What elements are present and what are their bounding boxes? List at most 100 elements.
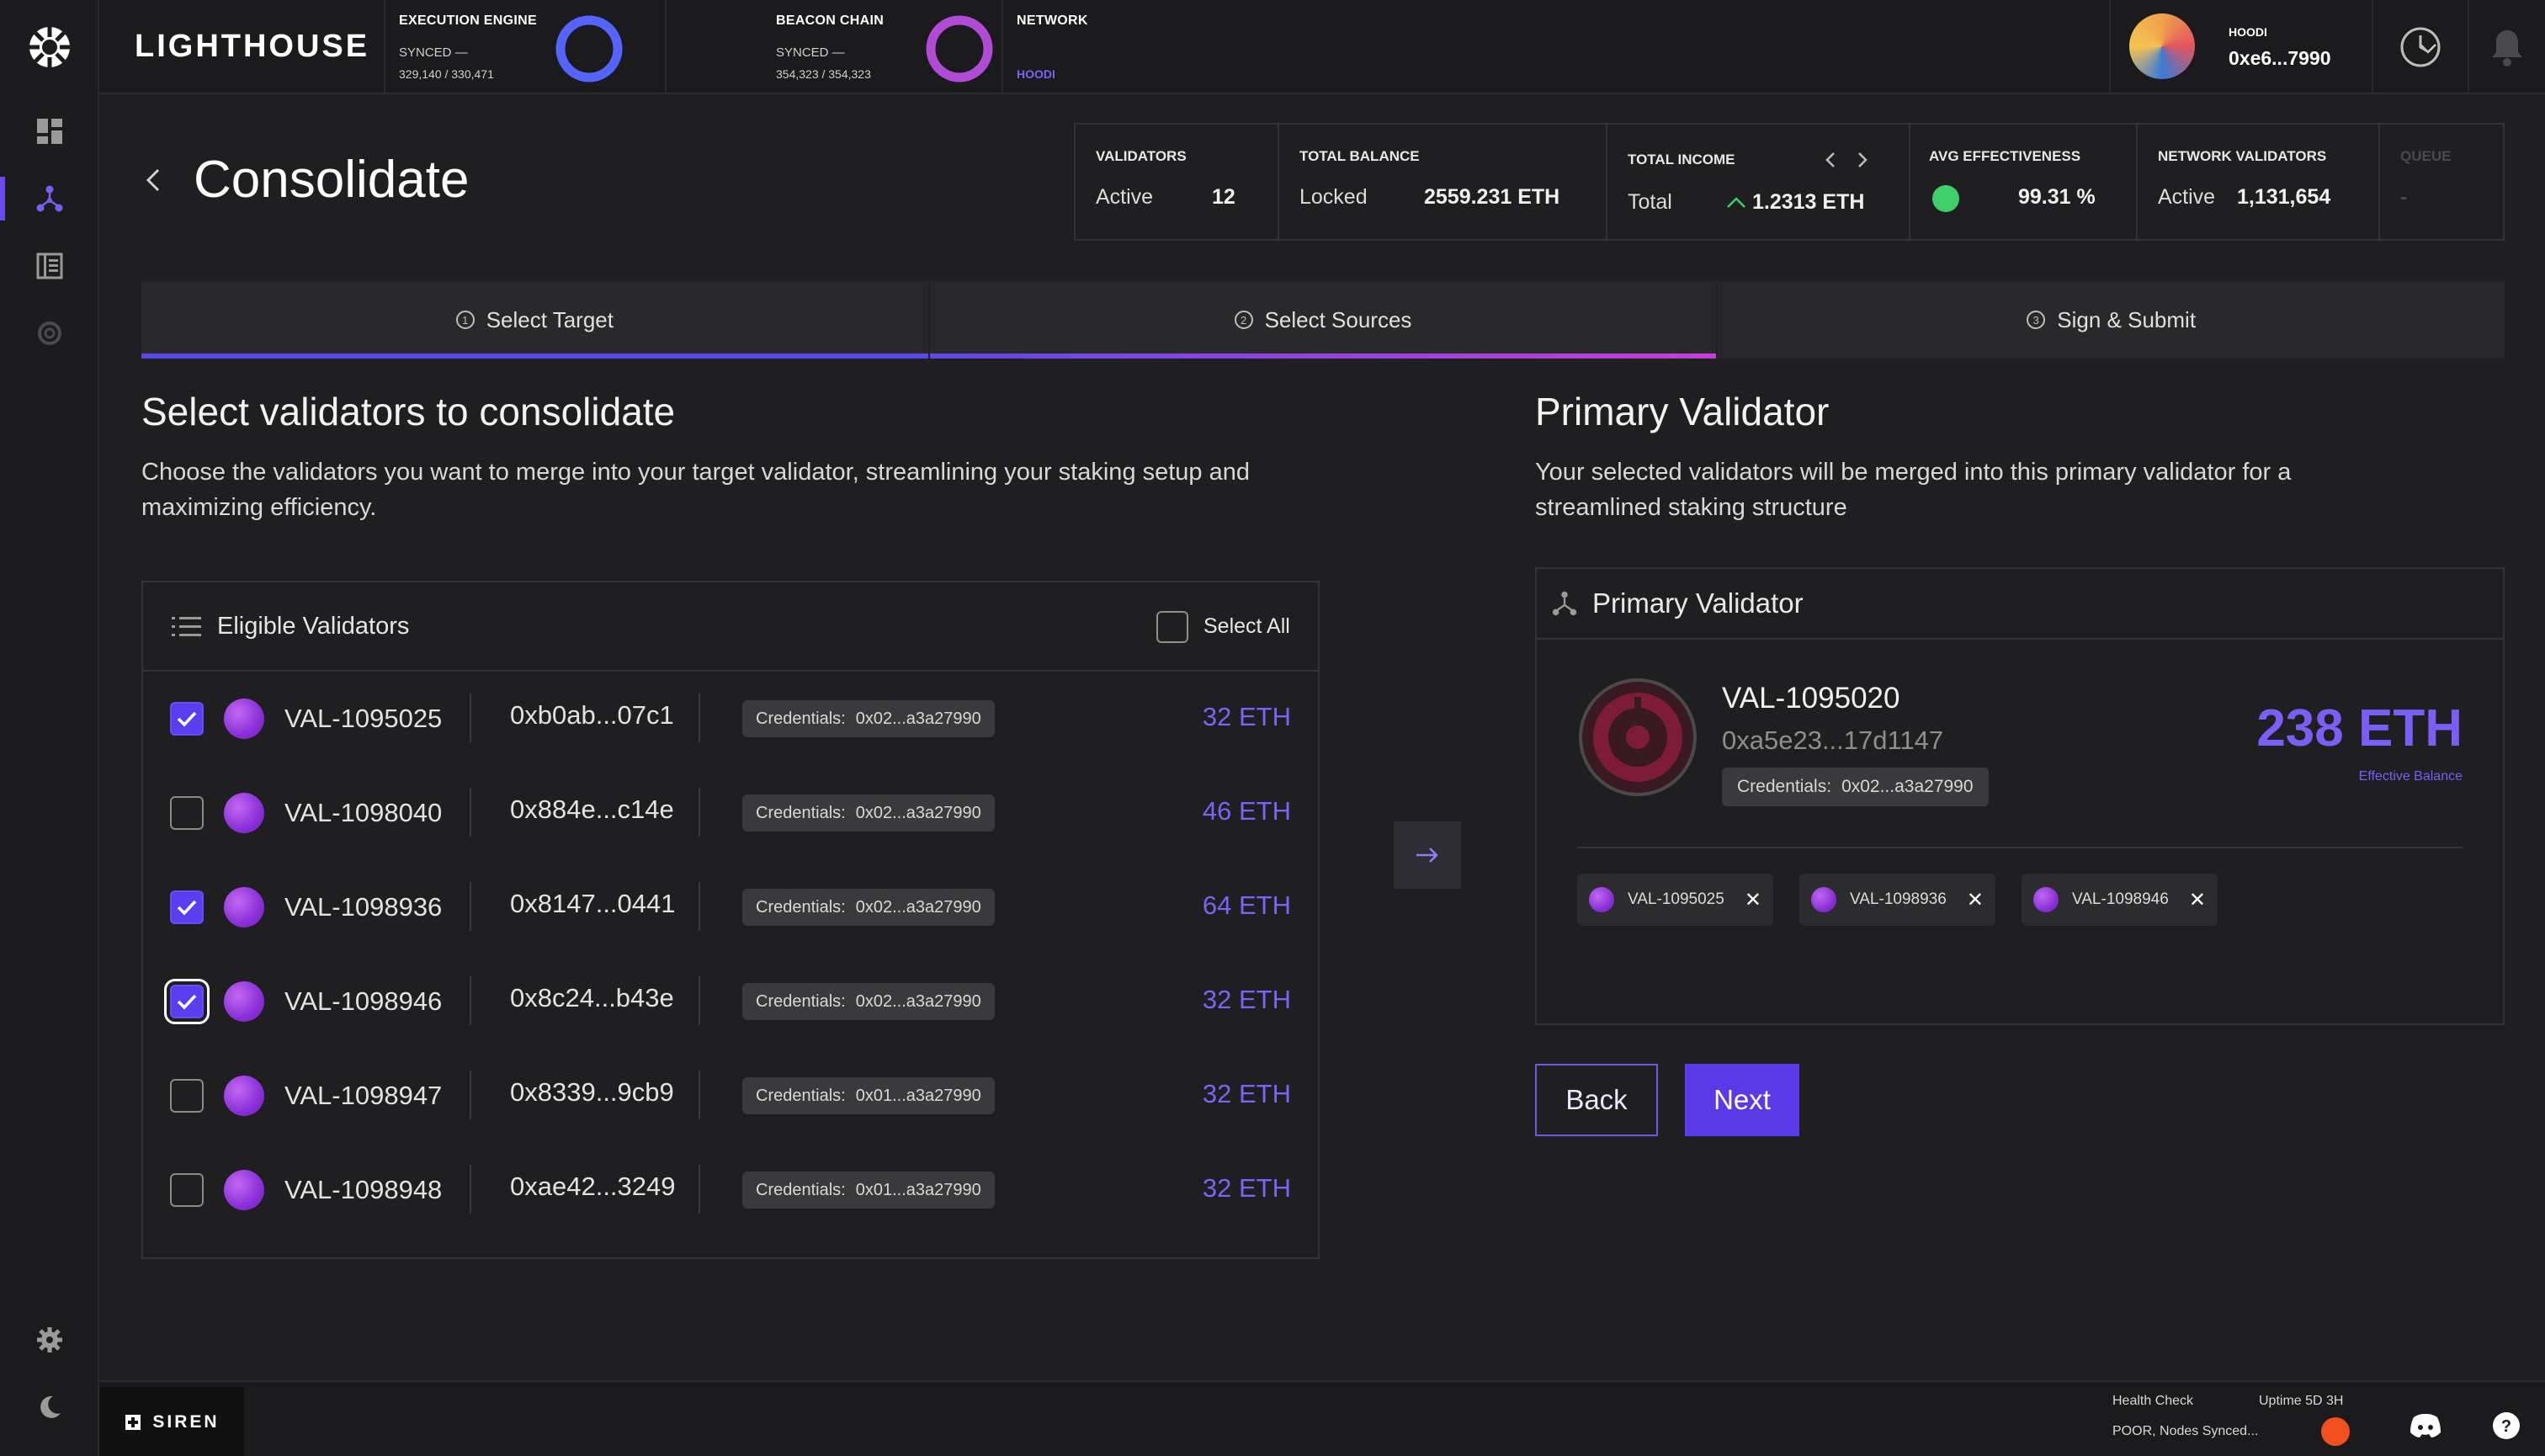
beacon-sync-ring [926, 15, 993, 82]
divider [470, 1165, 471, 1214]
bell-icon [2492, 30, 2522, 66]
primary-validator-heading: Primary Validator [1535, 390, 1830, 433]
health-status-dot[interactable] [2321, 1417, 2350, 1446]
credentials-label: Credentials: [756, 991, 846, 1011]
chevron-left-icon[interactable] [1821, 150, 1840, 170]
validator-row[interactable]: VAL-1095025 0xb0ab...07c1 Credentials: 0x02… [143, 672, 1318, 766]
credentials-value: 0x02...a3a27990 [855, 991, 981, 1011]
validator-name: VAL-1098948 [284, 1175, 443, 1204]
execution-sync-ring [555, 15, 623, 82]
validator-credentials: Credentials: 0x01...a3a27990 [742, 1077, 995, 1114]
primary-validator-balance: 238 ETH [2256, 699, 2463, 757]
validator-row[interactable]: VAL-1098040 0x884e...c14e Credentials: 0x02… [143, 766, 1318, 860]
validator-avatar [224, 981, 264, 1022]
network-status[interactable]: NETWORK HOODI [1002, 0, 1116, 94]
discord-icon[interactable] [2409, 1412, 2442, 1439]
validator-checkbox[interactable] [170, 702, 204, 736]
select-validators-desc-line2: maximizing efficiency. [141, 494, 377, 521]
effectiveness-status-dot [1932, 185, 1959, 212]
history-button[interactable] [2372, 0, 2468, 94]
validator-checkbox[interactable] [164, 979, 210, 1024]
divider [470, 882, 471, 931]
select-validators-desc-line1: Choose the validators you want to merge … [141, 459, 1251, 486]
next-button[interactable]: Next [1685, 1064, 1799, 1136]
beacon-chain-status[interactable]: BEACON CHAIN SYNCED — 354,323 / 354,323 [665, 0, 993, 94]
execution-status: SYNCED — [399, 45, 468, 60]
sidebar-item-logs[interactable] [0, 239, 99, 293]
stat-total-balance: TOTAL BALANCE Locked 2559.231 ETH [1279, 125, 1607, 239]
validator-name: VAL-1098936 [284, 892, 443, 922]
back-button[interactable]: Back [1535, 1064, 1658, 1136]
health-check-value: POOR, Nodes Synced... [2112, 1424, 2259, 1438]
stat-network-validators: NETWORK VALIDATORS Active 1,131,654 [2138, 125, 2380, 239]
source-chip-label: VAL-1098936 [1850, 890, 1947, 908]
validator-checkbox[interactable] [170, 1079, 204, 1113]
siren-logo-icon [125, 1415, 141, 1430]
sidebar-item-dashboard[interactable] [0, 104, 99, 158]
step-select-target[interactable]: 1 Select Target [141, 281, 930, 359]
credentials-value: 0x02...a3a27990 [1841, 777, 1974, 796]
validator-credentials: Credentials: 0x02...a3a27990 [742, 794, 995, 832]
select-all-label[interactable]: Select All [1203, 614, 1290, 639]
sidebar-item-grafana[interactable] [0, 306, 99, 360]
source-chip-label: VAL-1095025 [1628, 890, 1724, 908]
notifications-button[interactable] [2468, 0, 2545, 94]
validator-name: VAL-1098947 [284, 1081, 443, 1110]
validator-checkbox[interactable] [170, 890, 204, 924]
primary-validator-address: 0xa5e23...17d1147 [1722, 725, 1944, 755]
execution-engine-status[interactable]: EXECUTION ENGINE SYNCED — 329,140 / 330,… [384, 0, 665, 94]
credentials-value: 0x02...a3a27990 [855, 803, 981, 822]
dashboard-icon [37, 119, 62, 144]
remove-icon[interactable]: ✕ [2189, 888, 2206, 912]
validator-row[interactable]: VAL-1098948 0xae42...3249 Credentials: 0x01… [143, 1143, 1318, 1237]
validator-row[interactable]: VAL-1098936 0x8147...0441 Credentials: 0x02… [143, 860, 1318, 954]
credentials-label: Credentials: [756, 1180, 846, 1199]
sidebar [0, 0, 99, 1456]
validator-name: VAL-1098040 [284, 798, 443, 827]
validator-row[interactable]: VAL-1098946 0x8c24...b43e Credentials: 0x02… [143, 954, 1318, 1049]
validator-balance: 46 ETH [1202, 796, 1291, 826]
divider [699, 1165, 700, 1214]
remove-icon[interactable]: ✕ [1967, 888, 1984, 912]
execution-title: EXECUTION ENGINE [399, 13, 537, 28]
validator-balance: 32 ETH [1202, 702, 1291, 731]
remove-icon[interactable]: ✕ [1745, 888, 1761, 912]
sidebar-item-settings[interactable] [0, 1313, 99, 1367]
source-chip: VAL-1095025 ✕ [1577, 874, 1773, 926]
sidebar-item-theme[interactable] [0, 1380, 99, 1434]
move-to-primary-button[interactable] [1394, 821, 1461, 889]
check-icon [177, 711, 197, 727]
execution-progress: 329,140 / 330,471 [399, 67, 494, 81]
step-number: 2 [1234, 311, 1253, 329]
siren-brand[interactable]: SIREN [99, 1387, 244, 1456]
primary-validator-credentials: Credentials: 0x02...a3a27990 [1722, 768, 1989, 806]
step-label: Sign & Submit [2057, 306, 2197, 332]
validator-checkbox[interactable] [170, 796, 204, 830]
eligible-validators-title: Eligible Validators [217, 613, 410, 640]
source-chip-label: VAL-1098946 [2072, 890, 2169, 908]
step-sign-submit[interactable]: 3 Sign & Submit [1718, 281, 2505, 359]
account-address: 0xe6...7990 [2229, 47, 2331, 69]
help-icon[interactable]: ? [2491, 1411, 2521, 1441]
stat-total-income: TOTAL INCOME Total 1.2313 ETH [1607, 125, 1910, 239]
check-icon [177, 994, 197, 1010]
primary-validator-name: VAL-1095020 [1722, 682, 1900, 715]
account-network: HOODI [2229, 25, 2267, 39]
validator-avatar [1589, 887, 1614, 912]
back-chevron-icon[interactable] [141, 165, 165, 195]
svg-text:?: ? [2501, 1417, 2511, 1436]
validator-row[interactable]: VAL-1098947 0x8339...9cb9 Credentials: 0x01… [143, 1049, 1318, 1143]
validator-credentials: Credentials: 0x02...a3a27990 [742, 700, 995, 737]
step-select-sources[interactable]: 2 Select Sources [929, 281, 1719, 359]
consolidate-stepper: 1 Select Target 2 Select Sources 3 Sign … [141, 281, 2505, 359]
validator-credentials: Credentials: 0x01...a3a27990 [742, 1172, 995, 1209]
primary-validator-card: Primary Validator VAL-1095020 0xa5e23...… [1535, 567, 2505, 1025]
stat-validators: VALIDATORS Active 12 [1076, 125, 1279, 239]
divider [699, 976, 700, 1025]
chevron-right-icon[interactable] [1853, 150, 1872, 170]
validator-checkbox[interactable] [170, 1173, 204, 1207]
select-all-checkbox[interactable] [1156, 611, 1188, 643]
lighthouse-logo-icon[interactable] [25, 23, 74, 72]
sidebar-item-validators[interactable] [0, 172, 99, 226]
validator-avatar [1811, 887, 1836, 912]
